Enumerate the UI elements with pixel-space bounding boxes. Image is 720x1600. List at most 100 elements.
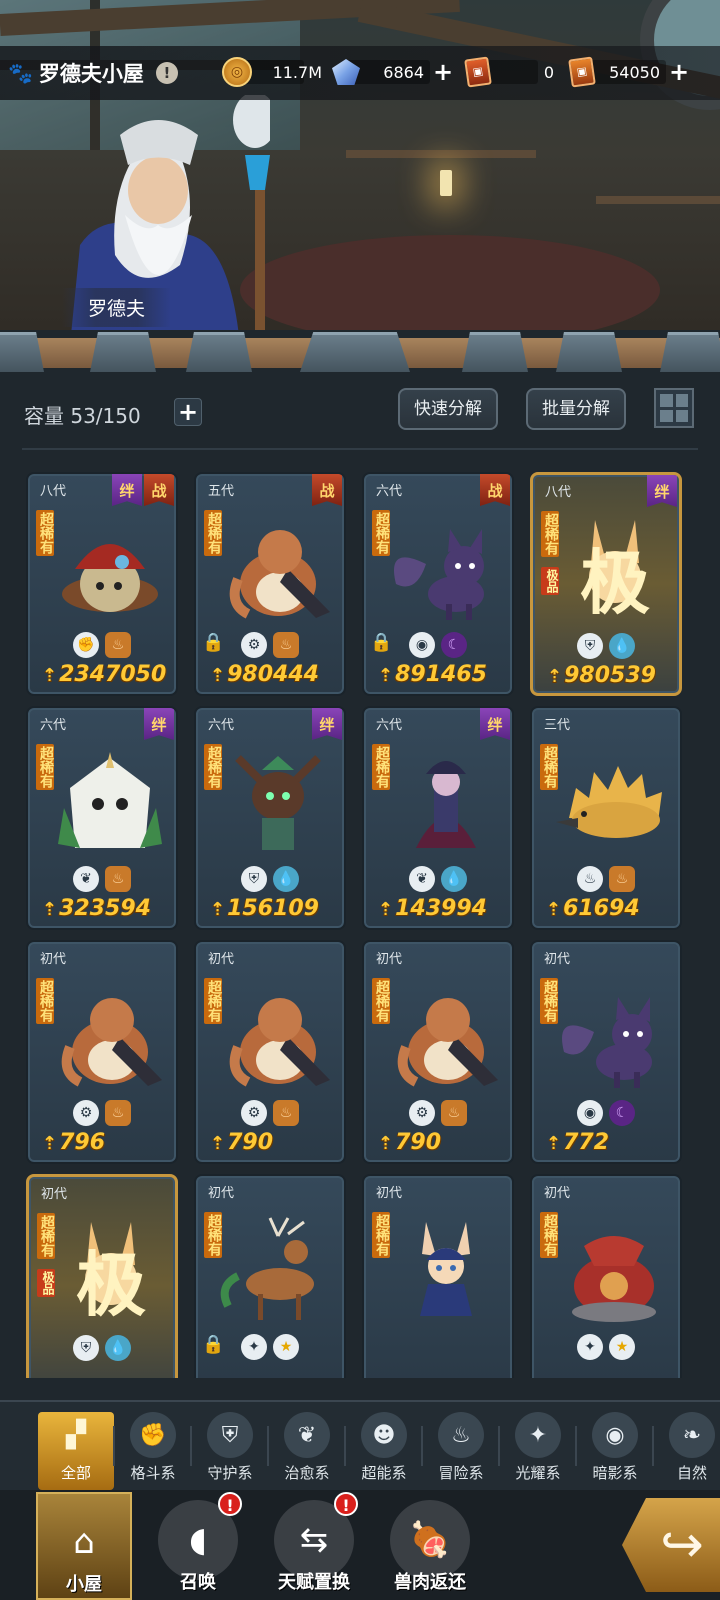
tab-alien[interactable]: ☻ 超能系 (346, 1412, 422, 1490)
card-badges: 绊 (480, 708, 510, 740)
beast-card[interactable]: 初代 超稀有 极品极 ⛨ 💧 (26, 1174, 178, 1378)
beast-card[interactable]: 六代 超稀有战 🔒 ◉ ☾ ⇡891465 (362, 472, 514, 696)
trait-icons: ⚙ ♨ (364, 1100, 512, 1126)
sprout-icon: ❦ (73, 866, 99, 892)
grid-view-toggle[interactable] (654, 388, 694, 428)
nav-swap-arrows[interactable]: ⇆ 天赋置换! (266, 1492, 362, 1600)
generation-label: 六代 (208, 718, 235, 733)
stone-block (462, 332, 528, 372)
sun-icon: ★ (609, 1334, 635, 1360)
deer-portrait (220, 1217, 314, 1320)
turtle-dragon-portrait (572, 1236, 656, 1322)
beast-card[interactable]: 初代 超稀有 ⚙ ♨ ⇡790 (362, 940, 514, 1164)
beast-card[interactable]: 初代 超稀有 🔒 ✦ ★ (194, 1174, 346, 1378)
power-arrow-icon: ⇡ (210, 1133, 226, 1154)
stone-block (90, 332, 156, 372)
tab-star-cross[interactable]: ✦ 光耀系 (500, 1412, 576, 1490)
hedgehog-portrait (556, 766, 662, 838)
tab-label: 暗影系 (592, 1464, 638, 1482)
mushroom-bird-portrait (62, 544, 158, 612)
tab-shield[interactable]: ⛨ 守护系 (192, 1412, 268, 1490)
fox-portrait (394, 529, 484, 620)
generation-label: 八代 (545, 485, 572, 500)
alert-badge: ! (218, 1492, 242, 1516)
beast-card[interactable]: 初代 超稀有 (362, 1174, 514, 1378)
nav-hut[interactable]: ⌂ 小屋 (36, 1492, 132, 1600)
power-number: 980444 (227, 662, 319, 687)
quick-decompose-button[interactable]: 快速分解 (398, 388, 498, 430)
power-value: ⇡796 (42, 1130, 105, 1155)
shield-icon: ⛨ (577, 633, 603, 659)
tab-eye[interactable]: ◉ 暗影系 (577, 1412, 653, 1490)
grid-cell (675, 394, 688, 407)
generation-label: 六代 (40, 718, 67, 733)
trait-icons: ⛨ 💧 (196, 866, 344, 892)
beast-card[interactable]: 六代 超稀有绊 ❦ ♨ ⇡323594 (26, 706, 178, 930)
sprout-icon: ❦ (409, 866, 435, 892)
batch-decompose-button[interactable]: 批量分解 (526, 388, 626, 430)
add-gem-button[interactable]: + (432, 60, 454, 84)
leaf-icon: ❧ (669, 1412, 715, 1458)
tab-sprout[interactable]: ❦ 治愈系 (269, 1412, 345, 1490)
tab-leaf[interactable]: ❧ 自然 (654, 1412, 720, 1490)
power-value: ⇡790 (378, 1130, 441, 1155)
beast-card[interactable]: 初代 超稀有 ✦ ★ (530, 1174, 682, 1378)
trait-icons: ♨ ♨ (532, 866, 680, 892)
tab-all-blocks[interactable]: ▞ 全部 (38, 1412, 114, 1490)
beast-card[interactable]: 六代 超稀有绊 ❦ 💧 ⇡143994 (362, 706, 514, 930)
generation-label: 初代 (40, 952, 67, 967)
generation-label: 初代 (208, 1186, 235, 1201)
tab-divider (498, 1426, 500, 1466)
battle-badge: 战 (480, 474, 510, 506)
bond-badge: 绊 (647, 475, 677, 507)
power-arrow-icon: ⇡ (546, 899, 562, 920)
tab-flame[interactable]: ♨ 冒险系 (423, 1412, 499, 1490)
red-ticket-resource: ▣ 0 (464, 56, 564, 88)
meat-icon: ♨ (105, 632, 131, 658)
power-value: ⇡790 (210, 1130, 273, 1155)
meat-icon: ♨ (105, 866, 131, 892)
generation-label: 六代 (376, 484, 403, 499)
next-arrow-button[interactable]: ↪ (622, 1498, 720, 1592)
power-arrow-icon: ⇡ (42, 1133, 58, 1154)
rabbit-glow-portrait: 极 (580, 520, 650, 624)
power-value: ⇡891465 (378, 662, 487, 687)
beast-card[interactable]: 三代 超稀有 ♨ ♨ ⇡61694 (530, 706, 682, 930)
beast-card[interactable]: 初代 超稀有 ◉ ☾ ⇡772 (530, 940, 682, 1164)
beast-card[interactable]: 初代 超稀有 ⚙ ♨ ⇡796 (26, 940, 178, 1164)
shelf (596, 196, 720, 204)
trait-icons: ◉ ☾ (364, 632, 512, 658)
power-arrow-icon: ⇡ (210, 665, 226, 686)
beast-card[interactable]: 六代 超稀有绊 ⛨ 💧 ⇡156109 (194, 706, 346, 930)
beast-card[interactable]: 八代 超稀有 极品绊极 ⛨ 💧 ⇡980539 (530, 472, 682, 696)
trait-icons: ❦ ♨ (28, 866, 176, 892)
tab-divider (652, 1426, 654, 1466)
rabbit-girl-portrait (420, 1222, 472, 1316)
nav-egg[interactable]: ◖ 召唤! (150, 1492, 246, 1600)
generation-label: 五代 (208, 484, 235, 499)
trait-icons: ⛨ 💧 (533, 633, 679, 659)
orange-ticket-value: 54050 (609, 62, 660, 82)
platypus-portrait (397, 998, 498, 1087)
beast-card[interactable]: 初代 超稀有 ⚙ ♨ ⇡790 (194, 940, 346, 1164)
platypus-portrait (61, 998, 162, 1087)
moon-icon: ☾ (441, 632, 467, 658)
expand-capacity-button[interactable]: + (174, 398, 202, 426)
nav-meat[interactable]: 🍖 兽肉返还 (382, 1492, 478, 1600)
fist-icon: ✊ (130, 1412, 176, 1458)
beast-card[interactable]: 五代 超稀有战 🔒 ⚙ ♨ ⇡980444 (194, 472, 346, 696)
tab-label: 全部 (60, 1464, 91, 1482)
paw-icon: 🐾 (8, 61, 33, 85)
add-ticket-button[interactable]: + (668, 60, 690, 84)
gear-icon: ⚙ (241, 1100, 267, 1126)
tab-fist[interactable]: ✊ 格斗系 (115, 1412, 191, 1490)
orange-ticket-resource: ▣ 54050 + (568, 56, 692, 88)
card-badges: 战 (480, 474, 510, 506)
trait-icons: ✦ ★ (532, 1334, 680, 1360)
alien-icon: ☻ (361, 1412, 407, 1458)
generation-label: 初代 (376, 952, 403, 967)
beast-card[interactable]: 八代 超稀有绊战 ✊ ♨ ⇡2347050 (26, 472, 178, 696)
drop-icon: 💧 (273, 866, 299, 892)
battle-badge: 战 (144, 474, 174, 506)
info-icon[interactable]: ! (155, 62, 178, 84)
